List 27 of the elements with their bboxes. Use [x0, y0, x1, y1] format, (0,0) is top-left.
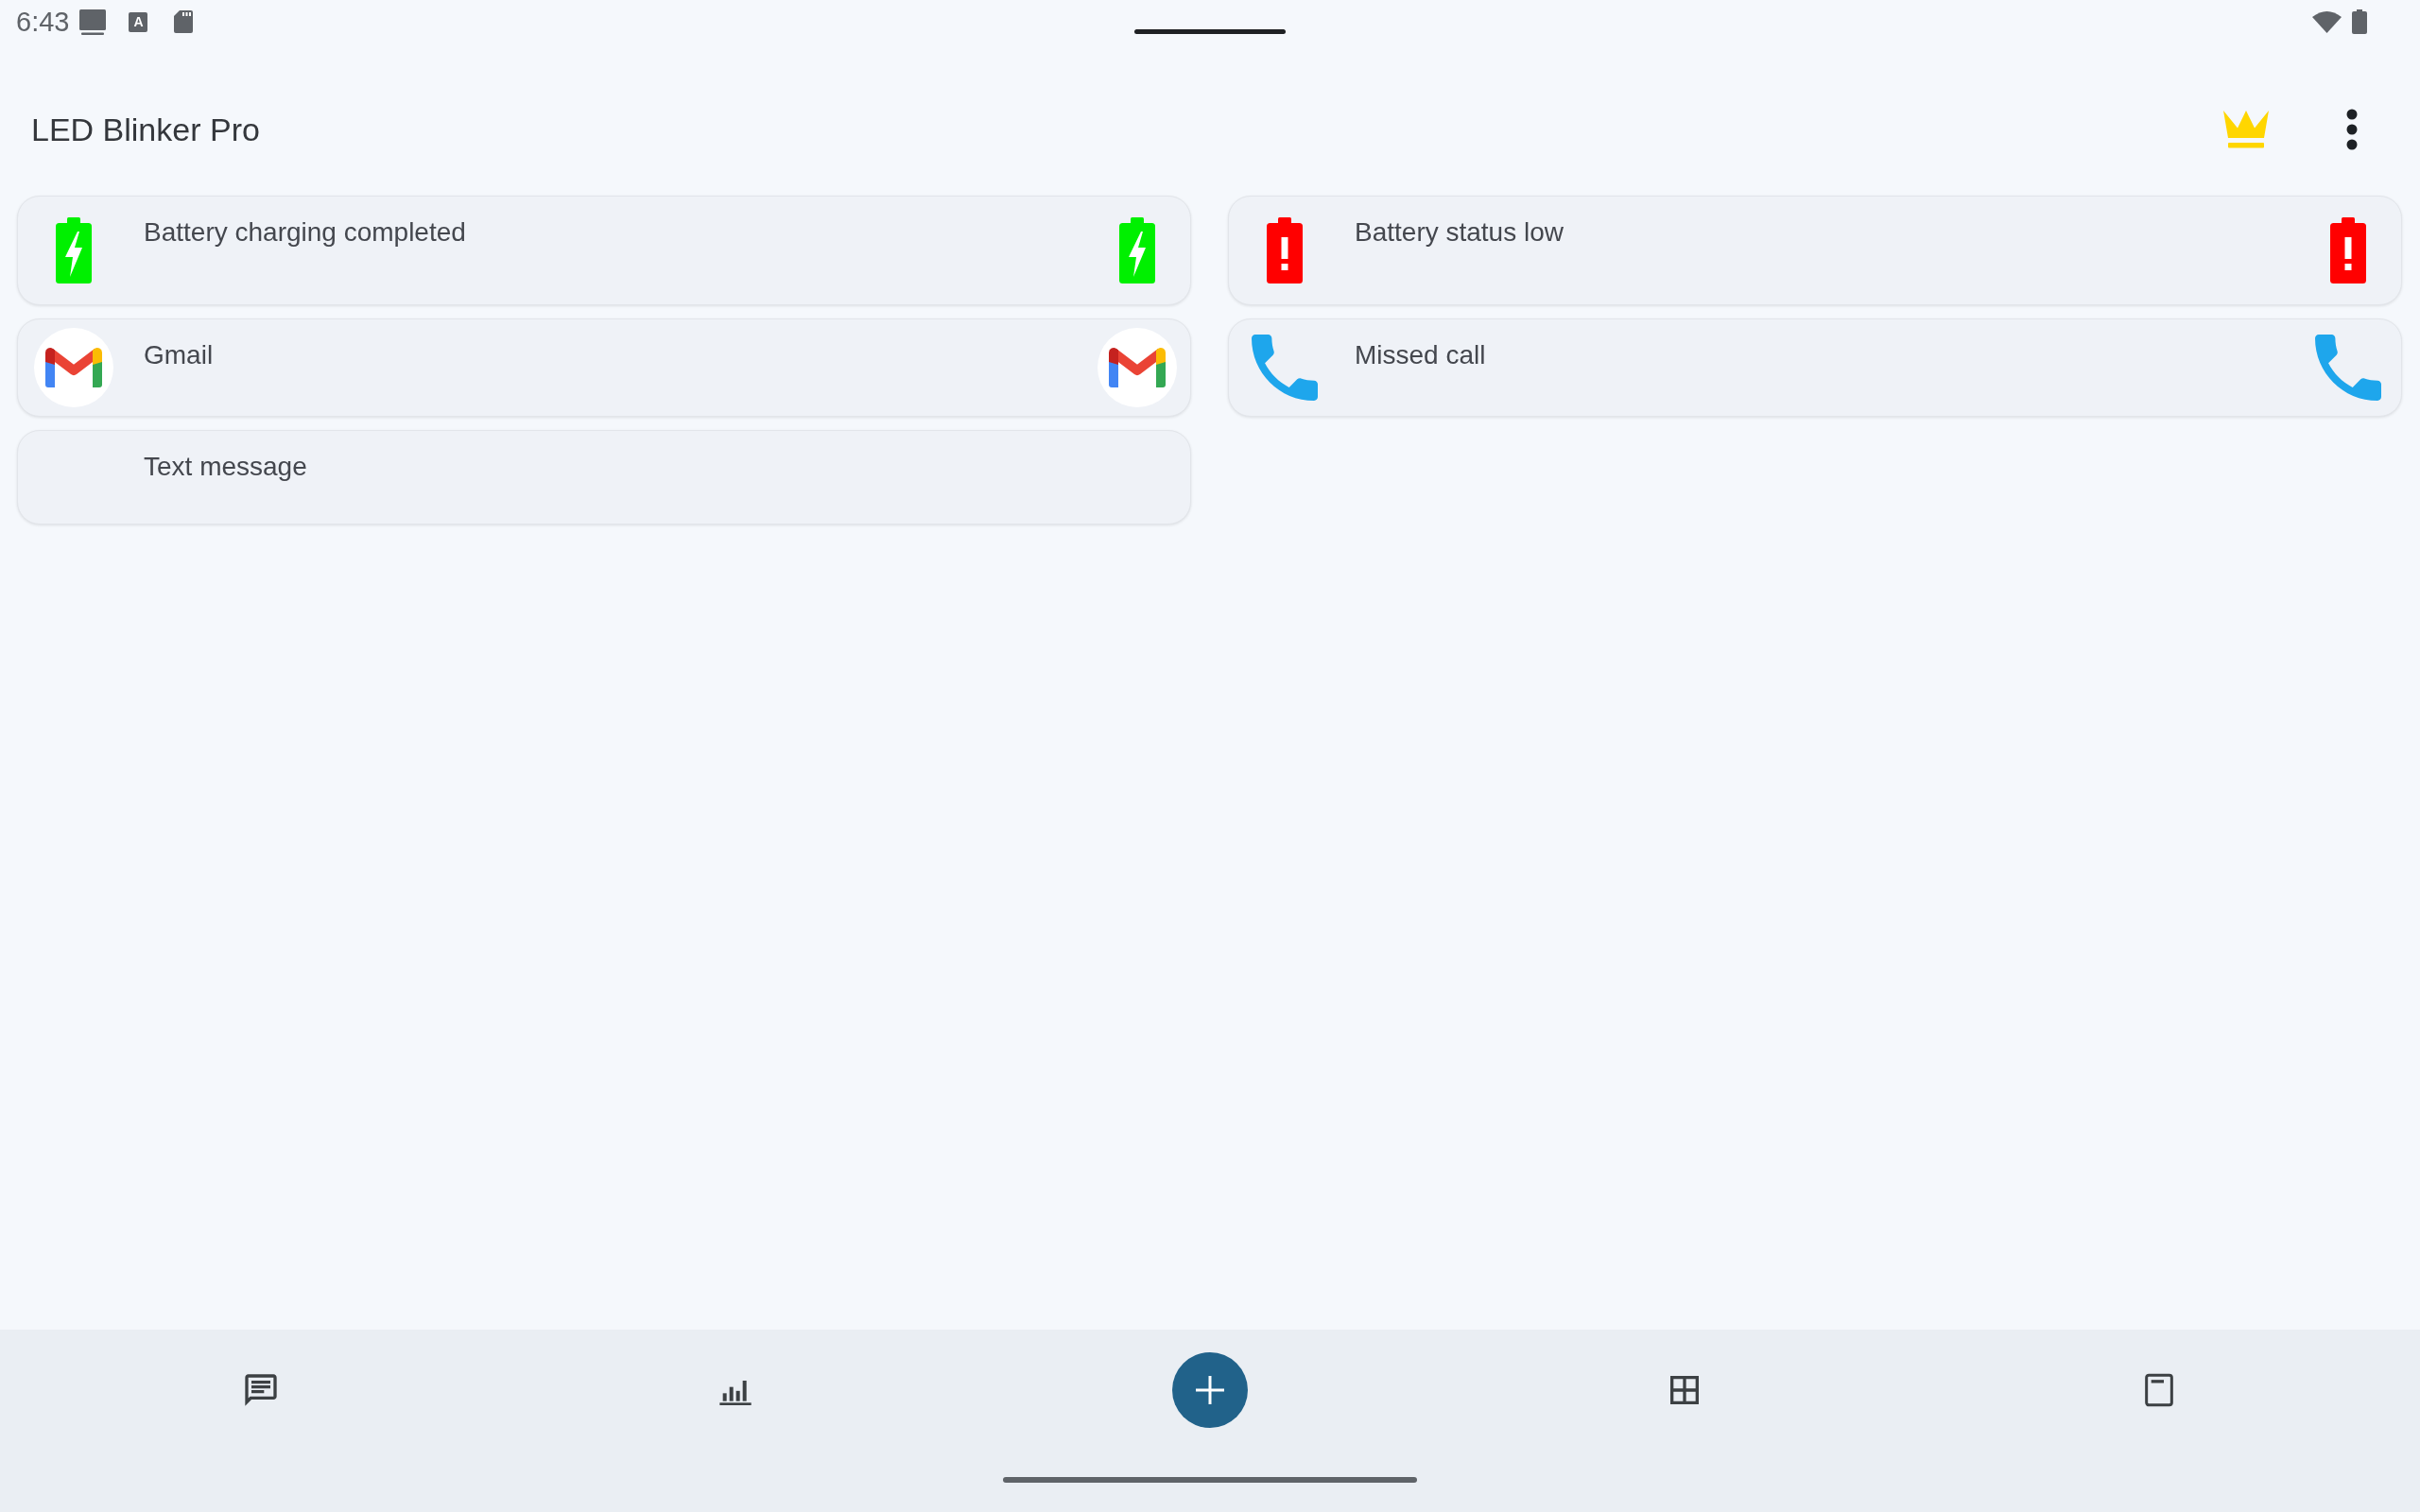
card-title: Gmail — [144, 339, 215, 371]
battery-charging-icon — [55, 217, 92, 284]
notification-card[interactable]: Battery charging completed — [17, 196, 1191, 305]
letter-icon: A — [129, 11, 148, 32]
status-time: 6:43 — [16, 6, 70, 38]
app-title: LED Blinker Pro — [31, 111, 260, 149]
battery-alert-icon — [2329, 217, 2366, 284]
battery-charging-icon — [1118, 217, 1155, 284]
card-title: Battery status low — [1355, 216, 1564, 249]
mail-logo-icon — [33, 328, 113, 407]
notification-card[interactable]: Gmail — [17, 318, 1191, 417]
monitor-icon — [79, 9, 107, 35]
notification-card[interactable]: Text message — [17, 430, 1191, 524]
battery-icon — [2352, 9, 2367, 34]
sd-card-icon — [174, 10, 194, 33]
plus-icon — [1196, 1376, 1224, 1404]
card-title: Battery charging completed — [144, 216, 467, 249]
more-icon[interactable] — [2346, 109, 2358, 150]
notification-card[interactable]: Missed call — [1228, 318, 2402, 417]
wifi-icon — [2312, 10, 2342, 33]
card-title: Text message — [144, 451, 308, 483]
phone-icon — [1251, 335, 1318, 401]
notification-card[interactable]: Battery status low — [1228, 196, 2402, 305]
battery-alert-icon — [1266, 217, 1303, 284]
card-title: Missed call — [1355, 339, 1487, 371]
mail-logo-icon — [1097, 328, 1177, 407]
phone-icon — [2314, 335, 2381, 401]
